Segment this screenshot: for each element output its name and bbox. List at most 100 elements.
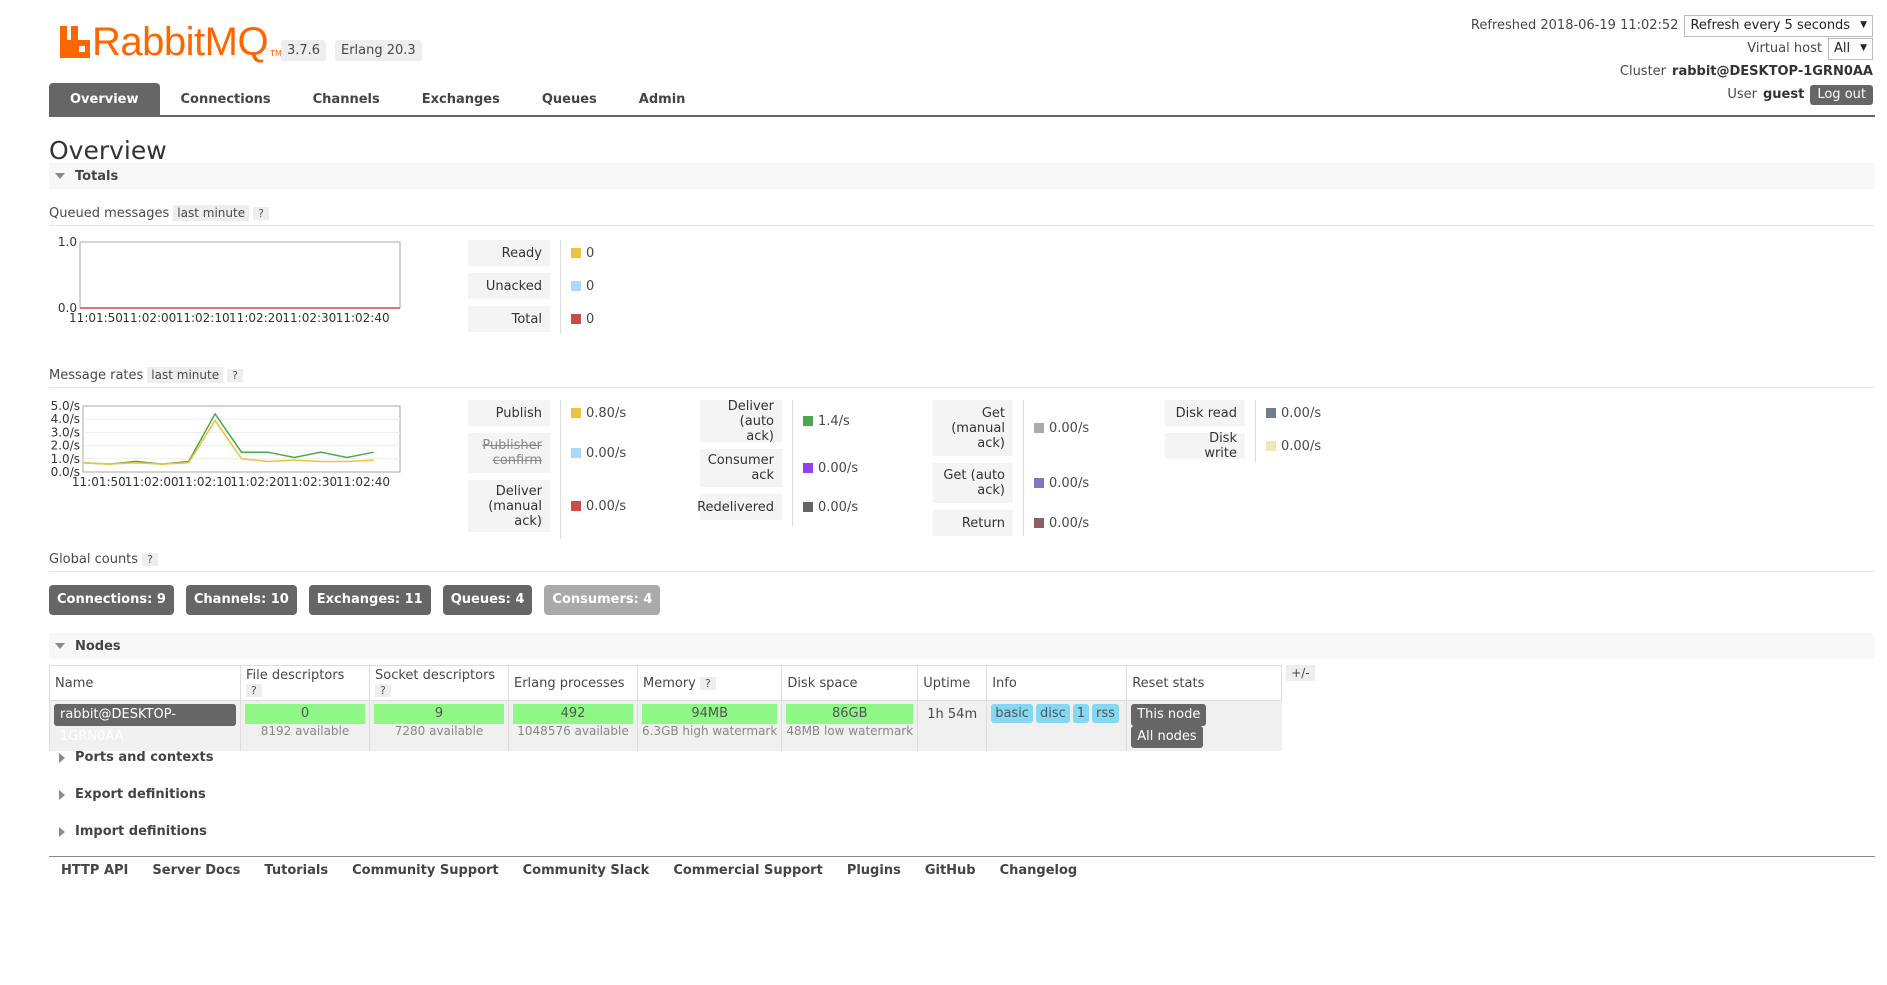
x-tick-label: 11:02:20 xyxy=(230,475,284,489)
series-swatch xyxy=(1034,518,1044,528)
x-tick-label: 11:01:50 xyxy=(72,475,126,489)
legend-value-publisher-confirm: 0.00/s xyxy=(561,433,626,473)
help-button[interactable]: ? xyxy=(246,684,262,697)
help-button[interactable]: ? xyxy=(227,368,243,382)
refreshed-label: Refreshed 2018-06-19 11:02:52 xyxy=(1470,18,1679,33)
import-definitions-toggle[interactable]: Import definitions xyxy=(49,824,207,839)
legend-value-deliver-manual: 0.00/s xyxy=(561,480,626,532)
memory-watermark: 6.3GB high watermark xyxy=(642,724,778,738)
queued-label: Queued messages xyxy=(49,205,170,221)
y-tick-label: 5.0/s xyxy=(51,399,80,413)
value-text: 0.80/s xyxy=(586,405,627,421)
tab-admin[interactable]: Admin xyxy=(618,83,707,115)
header-text: File descriptors xyxy=(246,668,345,683)
logo-text: RabbitMQ xyxy=(92,19,269,64)
legend-label-deliver-manual: Deliver (manual ack) xyxy=(468,480,550,532)
header-text: Reset stats xyxy=(1132,675,1205,691)
series-swatch xyxy=(803,502,813,512)
tab-channels[interactable]: Channels xyxy=(292,83,401,115)
series-swatch xyxy=(571,501,581,511)
y-tick-label: 3.0/s xyxy=(51,425,80,439)
footer-link-http-api[interactable]: HTTP API xyxy=(49,863,140,878)
footer-link-community-support[interactable]: Community Support xyxy=(340,863,511,878)
y-tick-label: 1.0 xyxy=(58,236,77,249)
legend-label-return: Return xyxy=(933,510,1013,536)
memory-bar: 94MB xyxy=(642,704,778,724)
node-name-cell: rabbit@DESKTOP-1GRN0AA xyxy=(49,700,241,751)
chart-plot-area xyxy=(79,241,401,309)
totals-section-toggle[interactable]: Totals xyxy=(49,163,1875,189)
help-button[interactable]: ? xyxy=(142,553,158,566)
tab-queues[interactable]: Queues xyxy=(521,83,618,115)
help-button[interactable]: ? xyxy=(700,676,716,690)
message-rates-chart: 0.0/s1.0/s2.0/s3.0/s4.0/s5.0/s11:01:5011… xyxy=(51,399,401,489)
footer-link-community-slack[interactable]: Community Slack xyxy=(511,863,662,878)
legend-value-deliver-auto: 1.4/s xyxy=(793,400,858,442)
value-text: 0.00/s xyxy=(818,499,859,515)
disk-watermark: 48MB low watermark xyxy=(786,724,914,738)
section-title: Ports and contexts xyxy=(75,750,214,765)
connections-count-button[interactable]: Connections: 9 xyxy=(49,585,174,615)
footer-link-github[interactable]: GitHub xyxy=(913,863,988,878)
channels-count-button[interactable]: Channels: 10 xyxy=(185,585,297,615)
header-text: Socket descriptors xyxy=(375,668,496,683)
value-text: 0.00/s xyxy=(1281,438,1322,454)
reset-all-nodes-button[interactable]: All nodes xyxy=(1131,726,1203,748)
value-text: 0.00/s xyxy=(1281,405,1322,421)
help-button[interactable]: ? xyxy=(375,684,391,697)
series-swatch xyxy=(1034,478,1044,488)
column-toggle-button[interactable]: +/- xyxy=(1286,665,1315,681)
tab-overview[interactable]: Overview xyxy=(49,83,160,115)
help-button[interactable]: ? xyxy=(253,206,269,220)
series-swatch xyxy=(571,448,581,458)
nodes-table-wrap: Name File descriptors ? Socket descripto… xyxy=(49,665,1315,751)
col-reset-stats: Reset stats xyxy=(1126,665,1283,701)
queued-range-selector[interactable]: last minute xyxy=(173,205,250,221)
rates-col2-labels: Deliver (auto ack) Consumer ack Redelive… xyxy=(697,399,782,526)
footer-link-tutorials[interactable]: Tutorials xyxy=(252,863,340,878)
ep-cell: 492 1048576 available xyxy=(508,700,638,751)
footer-link-server-docs[interactable]: Server Docs xyxy=(140,863,252,878)
disk-cell: 86GB 48MB low watermark xyxy=(781,700,918,751)
reset-this-node-button[interactable]: This node xyxy=(1131,704,1207,726)
footer-link-plugins[interactable]: Plugins xyxy=(835,863,913,878)
vhost-select-value: All xyxy=(1833,41,1851,56)
exchanges-count-button[interactable]: Exchanges: 11 xyxy=(308,585,431,615)
header-text: Info xyxy=(992,675,1017,691)
fd-available: 8192 available xyxy=(260,724,350,738)
col-name: Name xyxy=(49,665,241,701)
vhost-select[interactable]: All ▼ xyxy=(1827,37,1873,60)
message-rates-header: Message rates last minute ? xyxy=(49,367,1875,388)
refresh-select[interactable]: Refresh every 5 seconds ▼ xyxy=(1684,14,1873,37)
legend-label-get-auto: Get (auto ack) xyxy=(933,463,1013,503)
queued-legend-values: 0 0 0 xyxy=(561,240,594,334)
tab-connections[interactable]: Connections xyxy=(160,83,292,115)
value-text: 0.00/s xyxy=(1049,475,1090,491)
node-name-link[interactable]: rabbit@DESKTOP-1GRN0AA xyxy=(54,704,236,744)
ports-contexts-toggle[interactable]: Ports and contexts xyxy=(49,750,213,765)
global-counts-header: Global counts ? xyxy=(49,552,1875,572)
expand-triangle-icon xyxy=(59,826,65,837)
x-tick-label: 11:02:40 xyxy=(336,311,390,325)
tab-exchanges[interactable]: Exchanges xyxy=(401,83,521,115)
dropdown-arrow-icon: ▼ xyxy=(1860,43,1867,53)
nodes-section-toggle[interactable]: Nodes xyxy=(49,633,1875,659)
value-text: 0.00/s xyxy=(818,460,859,476)
page-title: Overview xyxy=(49,136,167,165)
rabbit-logo-icon xyxy=(60,26,90,58)
footer-link-changelog[interactable]: Changelog xyxy=(988,863,1090,878)
fd-bar: 0 xyxy=(245,704,365,724)
export-definitions-toggle[interactable]: Export definitions xyxy=(49,787,206,802)
footer-link-commercial-support[interactable]: Commercial Support xyxy=(661,863,835,878)
queues-count-button[interactable]: Queues: 4 xyxy=(442,585,533,615)
erlang-badge: Erlang 20.3 xyxy=(335,40,422,61)
rates-legend-col4: Disk read Disk write 0.00/s 0.00/s xyxy=(1165,400,1321,462)
consumers-count-button[interactable]: Consumers: 4 xyxy=(544,585,661,615)
rates-range-selector[interactable]: last minute xyxy=(147,367,224,383)
rabbitmq-logo: RabbitMQ TM xyxy=(58,18,282,66)
memory-cell: 94MB 6.3GB high watermark xyxy=(636,700,782,751)
series-swatch xyxy=(571,281,581,291)
legend-label-unacked: Unacked xyxy=(468,273,550,299)
value-text: 0.00/s xyxy=(1049,515,1090,531)
info-tag-basic: basic xyxy=(991,704,1033,723)
